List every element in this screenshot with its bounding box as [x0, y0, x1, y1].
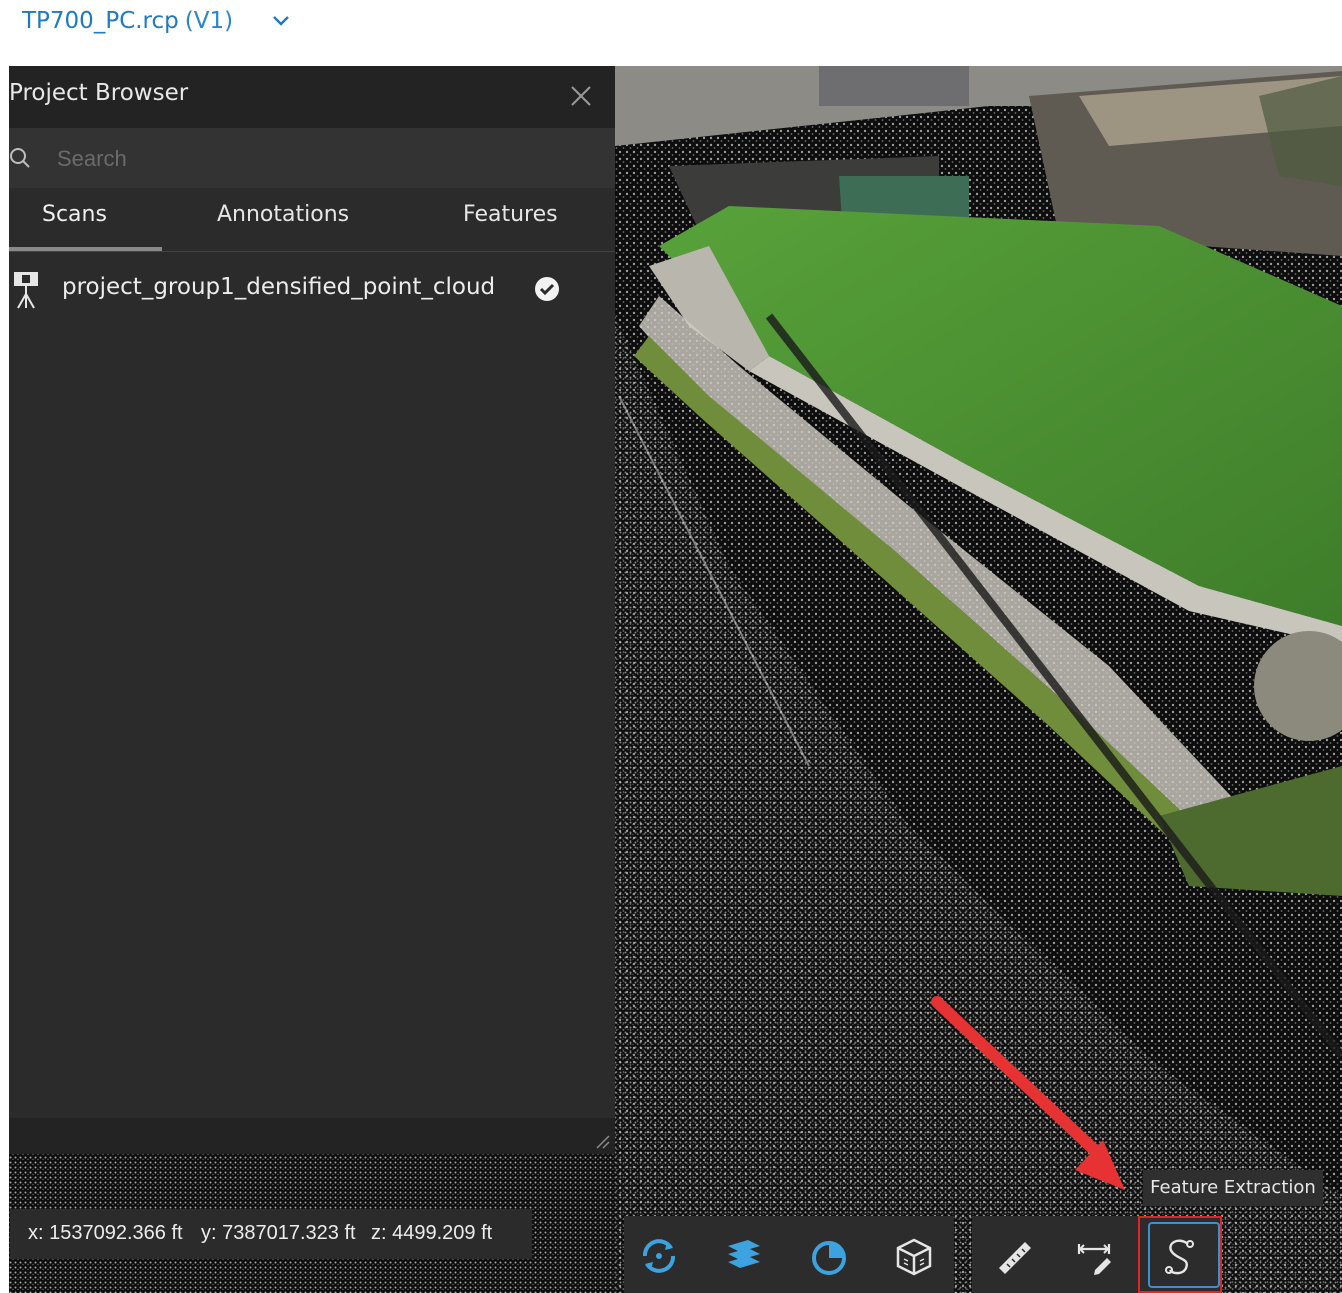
- ruler-icon: [999, 1242, 1031, 1274]
- scanner-icon: [14, 272, 38, 309]
- search-icon: [10, 148, 30, 168]
- browser-tabs: Scans Annotations Features: [9, 188, 615, 252]
- measure-toolbar: [972, 1216, 1222, 1293]
- scan-name: project_group1_densified_point_cloud: [62, 274, 496, 300]
- callout-arrow-icon: [931, 996, 1125, 1190]
- color-mode-button[interactable]: [794, 1216, 864, 1293]
- search-input[interactable]: [55, 138, 599, 180]
- search-bar: [9, 128, 615, 188]
- file-name: TP700_PC.rcp: [22, 8, 179, 34]
- orbit-button[interactable]: [624, 1216, 694, 1293]
- resize-handle-icon[interactable]: [595, 1134, 611, 1150]
- dimension-annotate-icon: [1077, 1244, 1111, 1275]
- file-version: (V1): [184, 8, 234, 34]
- tab-scans[interactable]: Scans: [42, 202, 107, 227]
- top-bar: TP700_PC.rcp (V1): [0, 0, 1342, 66]
- layers-button[interactable]: [709, 1216, 779, 1293]
- coord-z: z: 4499.209 ft: [371, 1222, 493, 1244]
- feature-extraction-icon: [1165, 1239, 1194, 1275]
- measure-button[interactable]: [980, 1216, 1050, 1293]
- visible-check-icon[interactable]: [534, 276, 560, 302]
- layers-icon: [728, 1240, 760, 1268]
- project-browser-header: Project Browser: [9, 66, 615, 128]
- project-browser-footer: [9, 1118, 615, 1154]
- file-selector[interactable]: TP700_PC.rcp (V1): [22, 8, 289, 34]
- project-browser-panel: Project Browser Scans Annotations Featur…: [9, 66, 615, 1154]
- scan-list-item[interactable]: project_group1_densified_point_cloud: [9, 262, 615, 318]
- coord-y: y: 7387017.323 ft: [201, 1222, 356, 1244]
- feature-extraction-button[interactable]: [1138, 1216, 1222, 1293]
- 3d-view-button[interactable]: [879, 1216, 949, 1293]
- tab-annotations[interactable]: Annotations: [217, 202, 349, 227]
- color-mode-icon: [812, 1241, 846, 1275]
- 3d-view-icon: [896, 1238, 932, 1276]
- project-browser-title: Project Browser: [9, 80, 189, 106]
- chevron-down-icon[interactable]: [272, 12, 290, 30]
- close-icon[interactable]: [569, 84, 593, 108]
- feature-extraction-tooltip: Feature Extraction: [1143, 1170, 1323, 1206]
- view-toolbar: [624, 1216, 954, 1293]
- active-tab-indicator: [9, 247, 162, 251]
- coord-x: x: 1537092.366 ft: [28, 1222, 183, 1244]
- orbit-icon: [643, 1239, 675, 1273]
- dimension-annotate-button[interactable]: [1060, 1216, 1130, 1293]
- tab-features[interactable]: Features: [463, 202, 558, 227]
- coordinate-readout: x: 1537092.366 ft y: 7387017.323 ft z: 4…: [10, 1209, 532, 1259]
